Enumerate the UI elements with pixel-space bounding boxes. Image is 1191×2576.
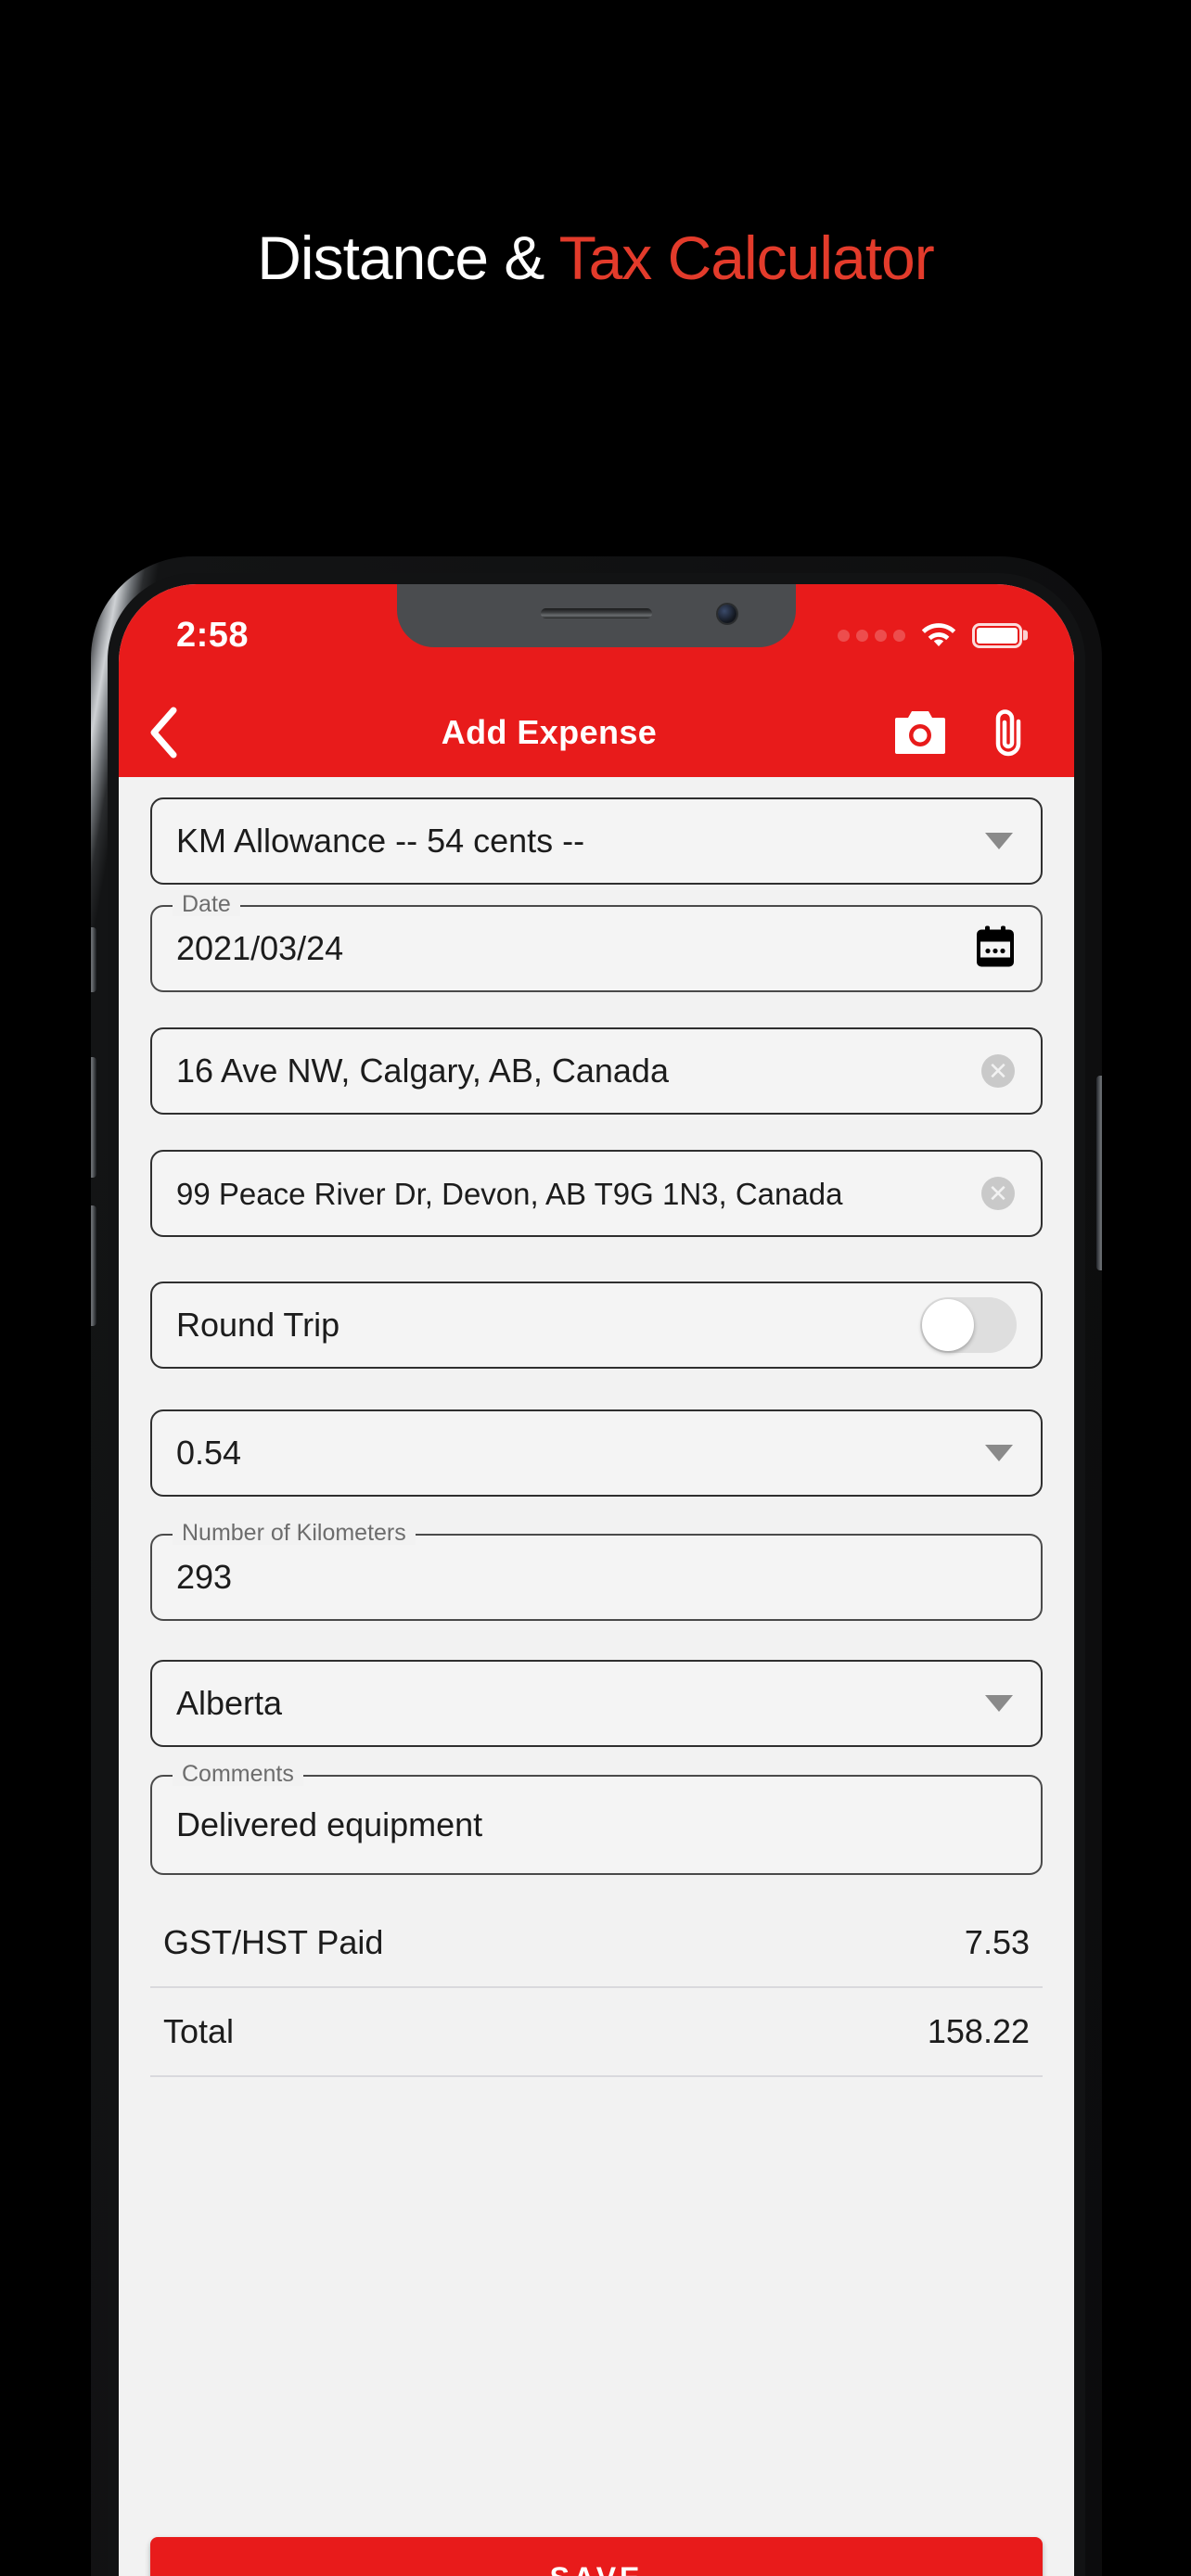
origin-address-field[interactable]: 16 Ave NW, Calgary, AB, Canada ✕ [150,1027,1043,1115]
status-bar: 2:58 [119,584,1074,688]
allowance-type-value: KM Allowance -- 54 cents -- [176,822,585,860]
allowance-type-select[interactable]: KM Allowance -- 54 cents -- [150,797,1043,885]
kilometers-value: 293 [176,1558,233,1596]
clear-circle-icon[interactable]: ✕ [981,1054,1015,1088]
save-button[interactable]: SAVE [150,2537,1043,2576]
rate-value: 0.54 [176,1434,242,1472]
total-amount: 158.22 [927,2012,1030,2050]
comments-label: Comments [173,1763,303,1786]
wifi-icon [921,623,956,646]
promo-screenshot: Distance & Tax Calculator 2:58 Add Expen… [0,0,1191,2576]
phone-device-frame: 2:58 Add Expense KM Allowance -- 54 cent… [91,556,1102,2576]
app-bar-title: Add Expense [441,713,658,751]
table-row: Total 158.22 [150,1988,1043,2077]
destination-address-value: 99 Peace River Dr, Devon, AB T9G 1N3, Ca… [176,1176,843,1211]
chevron-left-icon [150,707,177,759]
camera-button[interactable] [890,703,950,762]
device-bezel: 2:58 Add Expense KM Allowance -- 54 cent… [108,573,1085,2576]
back-button[interactable] [119,688,208,777]
device-power-button [1096,1076,1102,1270]
origin-address-value: 16 Ave NW, Calgary, AB, Canada [176,1052,669,1090]
chevron-down-icon [985,833,1013,849]
phone-screen: 2:58 Add Expense KM Allowance -- 54 cent… [119,584,1074,2576]
round-trip-label: Round Trip [176,1306,340,1344]
device-volume-up-button [91,1057,96,1178]
rate-select[interactable]: 0.54 [150,1409,1043,1497]
gst-hst-paid-amount: 7.53 [964,1923,1030,1961]
gst-hst-paid-label: GST/HST Paid [163,1923,384,1961]
province-select[interactable]: Alberta [150,1660,1043,1747]
round-trip-toggle[interactable] [920,1297,1017,1353]
battery-full-icon [972,622,1022,648]
table-row: GST/HST Paid 7.53 [150,1899,1043,1988]
add-expense-form: KM Allowance -- 54 cents -- Date 2021/03… [119,777,1074,2576]
chevron-down-icon [985,1445,1013,1461]
earpiece-speaker [541,608,652,618]
totals-summary: GST/HST Paid 7.53 Total 158.22 [150,1899,1043,2077]
toggle-knob [922,1299,974,1351]
save-button-container: SAVE [150,2537,1043,2576]
chevron-down-icon [985,1695,1013,1712]
device-mute-switch [91,927,96,992]
destination-address-field[interactable]: 99 Peace River Dr, Devon, AB T9G 1N3, Ca… [150,1150,1043,1237]
date-label: Date [173,893,240,916]
comments-value: Delivered equipment [176,1805,483,1843]
kilometers-label: Number of Kilometers [173,1522,416,1545]
status-bar-indicators [838,621,1022,649]
front-camera-icon [718,605,736,623]
date-value: 2021/03/24 [176,929,344,967]
app-bar-actions [890,703,1074,762]
signal-dots-icon [838,629,905,642]
device-volume-down-button [91,1205,96,1326]
clear-circle-icon[interactable]: ✕ [981,1177,1015,1210]
comments-field[interactable]: Comments Delivered equipment [150,1763,1043,1875]
device-notch [397,584,796,647]
page-title: Distance & Tax Calculator [0,223,1191,293]
round-trip-row[interactable]: Round Trip [150,1282,1043,1369]
paperclip-icon [995,709,1021,757]
kilometers-field[interactable]: Number of Kilometers 293 [150,1522,1043,1621]
headline-red-part: Tax Calculator [558,223,935,292]
attachment-button[interactable] [980,703,1039,762]
app-bar: Add Expense [119,688,1074,777]
camera-icon [895,711,945,754]
calendar-icon[interactable] [976,925,1015,973]
headline-white-part: Distance & [257,223,559,292]
province-value: Alberta [176,1684,283,1722]
total-label: Total [163,2012,235,2050]
status-bar-time: 2:58 [176,616,250,655]
date-field[interactable]: Date 2021/03/24 [150,893,1043,992]
